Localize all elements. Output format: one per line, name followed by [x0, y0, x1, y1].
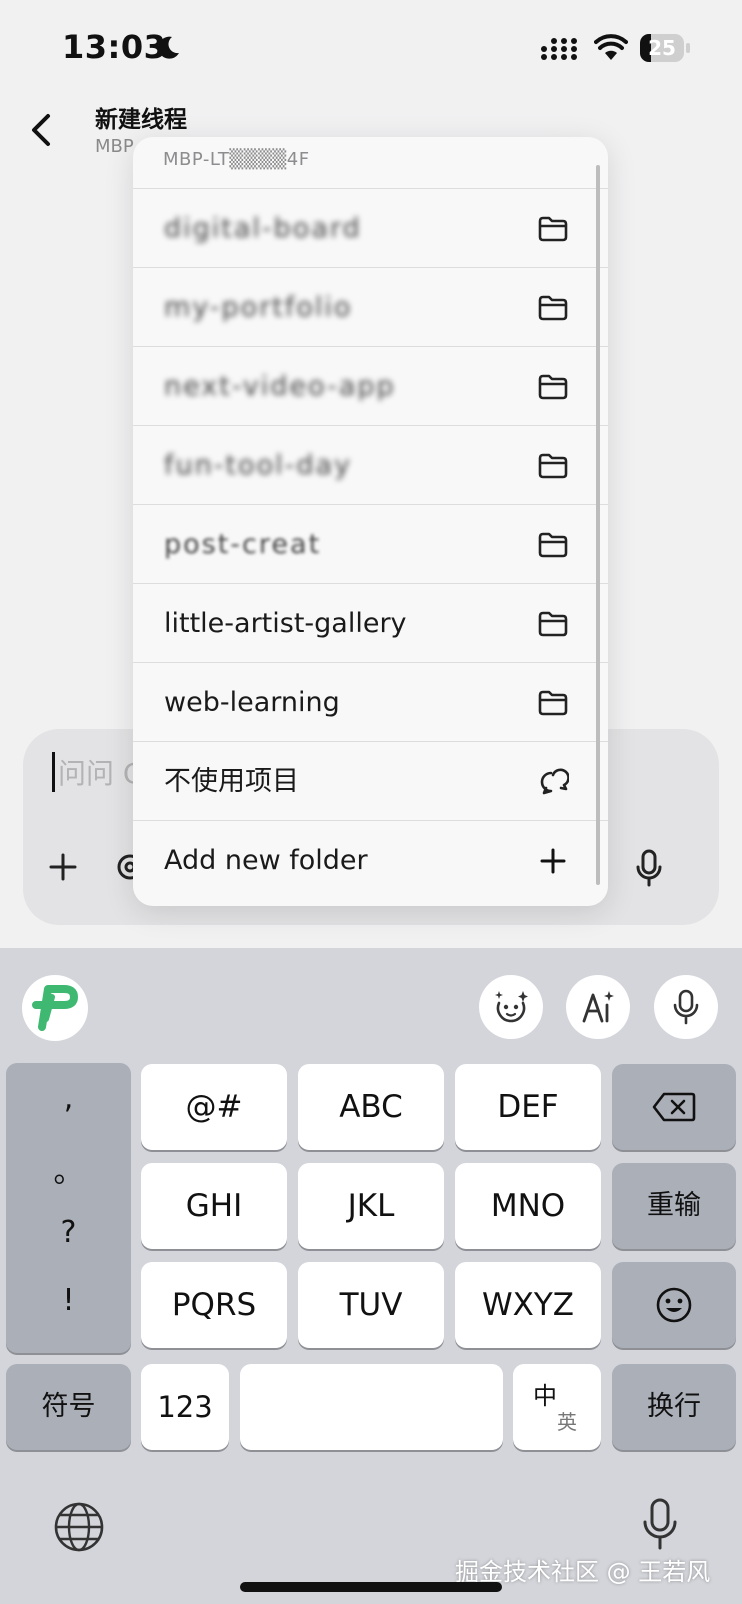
punct-comma-key[interactable]: ,	[6, 1081, 131, 1116]
key-jkl[interactable]: JKL	[298, 1163, 444, 1249]
folder-item-little-artist-gallery[interactable]: little-artist-gallery	[133, 583, 608, 663]
status-bar: 13:03 25	[0, 0, 742, 96]
folder-item-web-learning[interactable]: web-learning	[133, 662, 608, 742]
folder-item-label: my-portfolio	[164, 292, 353, 323]
folder-item-post-creat[interactable]: post-creat	[133, 504, 608, 584]
sticker-face-icon	[495, 991, 528, 1023]
key-symbols-at[interactable]: @#	[141, 1064, 287, 1150]
add-new-folder-label: Add new folder	[164, 845, 368, 876]
key-def[interactable]: DEF	[455, 1064, 601, 1150]
back-chevron-icon[interactable]	[24, 110, 60, 150]
home-indicator[interactable]	[240, 1582, 502, 1592]
lang-alt-label: 英	[557, 1410, 577, 1434]
folder-icon	[538, 216, 568, 242]
emoji-key[interactable]	[612, 1262, 736, 1348]
key-mno[interactable]: MNO	[455, 1163, 601, 1249]
project-folder-dropdown: MBP-LT▒▒▒▒4F digital-board my-portfolio …	[133, 137, 608, 906]
backspace-icon	[652, 1092, 696, 1122]
key-wxyz[interactable]: WXYZ	[455, 1262, 601, 1348]
status-time: 13:03	[62, 28, 167, 66]
thread-title: 新建线程	[95, 107, 187, 133]
thread-subtitle: MBP	[95, 136, 134, 157]
folder-item-label: fun-tool-day	[164, 450, 353, 481]
sticker-face-button[interactable]	[479, 975, 543, 1039]
chat-bubbles-icon	[540, 768, 569, 795]
backspace-key[interactable]	[612, 1064, 736, 1150]
retype-key[interactable]: 重输	[612, 1163, 736, 1249]
no-project-label: 不使用项目	[164, 766, 299, 797]
microphone-icon	[673, 989, 699, 1025]
key-pqrs[interactable]: PQRS	[141, 1262, 287, 1348]
folder-icon	[538, 453, 568, 479]
ai-writing-button[interactable]	[566, 975, 630, 1039]
numbers-key[interactable]: 123	[141, 1364, 229, 1450]
folder-icon	[538, 532, 568, 558]
folder-item-label: digital-board	[164, 213, 362, 244]
emoji-icon	[656, 1287, 692, 1323]
folder-item-fun-tool-day[interactable]: fun-tool-day	[133, 425, 608, 505]
punct-exclaim-key[interactable]: !	[6, 1283, 131, 1318]
dropdown-scrollbar[interactable]	[596, 165, 600, 885]
folder-item-label: little-artist-gallery	[164, 608, 407, 639]
space-key[interactable]	[240, 1364, 503, 1450]
voice-input-mic-icon[interactable]	[634, 848, 664, 888]
moon-icon	[158, 36, 179, 59]
key-tuv[interactable]: TUV	[298, 1262, 444, 1348]
battery-icon: 25	[640, 34, 692, 62]
folder-icon	[538, 611, 568, 637]
folder-item-next-video-app[interactable]: next-video-app	[133, 346, 608, 426]
dropdown-header-machine-name: MBP-LT▒▒▒▒4F	[163, 149, 310, 170]
enter-key[interactable]: 换行	[612, 1364, 736, 1450]
no-project-item[interactable]: 不使用项目	[133, 741, 608, 821]
ai-sparkle-icon	[582, 991, 614, 1023]
globe-icon[interactable]	[52, 1500, 106, 1554]
lang-main-label: 中	[533, 1382, 557, 1410]
dictation-mic-icon[interactable]	[640, 1496, 680, 1556]
signal-icon	[541, 38, 577, 60]
keyboard-app-logo-icon[interactable]	[22, 975, 88, 1041]
folder-item-label: post-creat	[164, 529, 322, 560]
plus-icon	[540, 848, 566, 874]
wifi-icon	[594, 34, 628, 60]
folder-icon	[538, 374, 568, 400]
battery-level: 25	[648, 36, 676, 60]
punctuation-column[interactable]: , 。 ? !	[6, 1063, 131, 1353]
folder-item-label: web-learning	[164, 687, 340, 718]
keyboard-voice-button[interactable]	[654, 975, 718, 1039]
symbols-key[interactable]: 符号	[6, 1364, 131, 1450]
punct-question-key[interactable]: ?	[6, 1215, 131, 1250]
language-switch-key[interactable]: 中 英	[513, 1364, 601, 1450]
add-new-folder-item[interactable]: Add new folder	[133, 820, 608, 900]
folder-item-my-portfolio[interactable]: my-portfolio	[133, 267, 608, 347]
add-attachment-button[interactable]	[46, 850, 80, 884]
folder-icon	[538, 690, 568, 716]
folder-icon	[538, 295, 568, 321]
composer-placeholder: 问问 C	[58, 757, 143, 790]
text-caret	[52, 752, 55, 792]
folder-item-label: next-video-app	[164, 371, 396, 402]
key-ghi[interactable]: GHI	[141, 1163, 287, 1249]
key-abc[interactable]: ABC	[298, 1064, 444, 1150]
folder-item-digital-board[interactable]: digital-board	[133, 188, 608, 268]
punct-period-key[interactable]: 。	[6, 1147, 131, 1191]
